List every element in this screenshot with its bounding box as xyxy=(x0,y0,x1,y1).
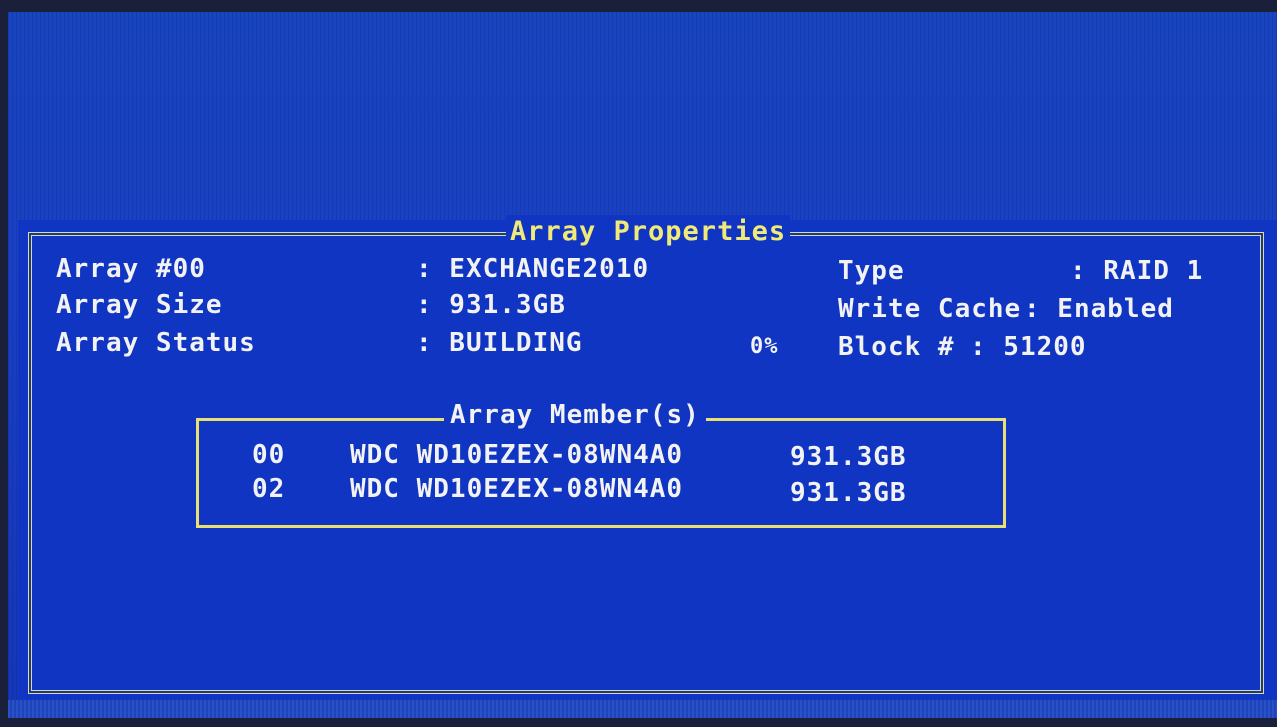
array-members-title: Array Member(s) xyxy=(444,398,706,432)
write-cache-label: Write Cache xyxy=(838,294,1022,324)
array-status-value: : BUILDING xyxy=(416,328,583,358)
member-id: 02 xyxy=(252,474,286,504)
array-size-value: : 931.3GB xyxy=(416,290,566,320)
type-value: : RAID 1 xyxy=(1070,256,1204,286)
member-model: WDC WD10EZEX-08WN4A0 xyxy=(350,440,684,470)
build-progress-percent: 0% xyxy=(750,334,779,359)
block-number-value: : 51200 xyxy=(970,332,1087,362)
block-number-label: Block # xyxy=(838,332,955,362)
type-label: Type xyxy=(838,256,905,286)
member-model: WDC WD10EZEX-08WN4A0 xyxy=(350,474,684,504)
bottom-strip xyxy=(8,700,1277,718)
member-id: 00 xyxy=(252,440,286,470)
array-status-label: Array Status xyxy=(56,328,256,358)
array-size-label: Array Size xyxy=(56,290,223,320)
member-size: 931.3GB xyxy=(790,478,907,508)
array-name-value: : EXCHANGE2010 xyxy=(416,254,650,284)
member-size: 931.3GB xyxy=(790,442,907,472)
write-cache-value: : Enabled xyxy=(1024,294,1174,324)
array-number-label: Array #00 xyxy=(56,254,206,284)
panel-title: Array Properties xyxy=(506,215,791,249)
